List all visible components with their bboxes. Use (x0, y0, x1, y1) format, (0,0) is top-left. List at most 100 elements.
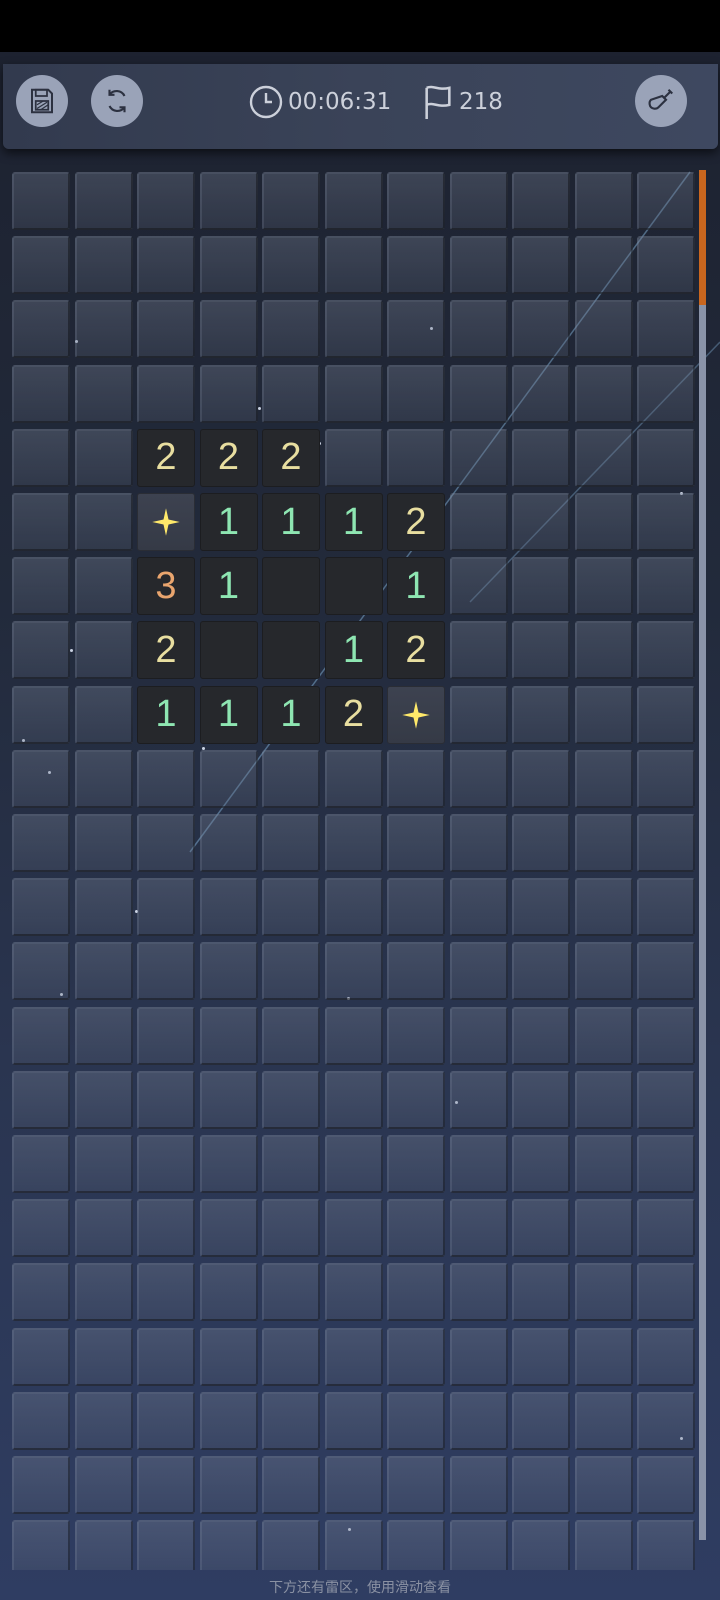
covered-cell[interactable] (12, 814, 70, 872)
covered-cell[interactable] (637, 1263, 695, 1322)
covered-cell[interactable] (199, 364, 258, 423)
covered-cell[interactable] (449, 1006, 508, 1065)
covered-cell[interactable] (74, 814, 133, 872)
covered-cell[interactable] (137, 1070, 195, 1129)
covered-cell[interactable] (12, 1199, 70, 1258)
covered-cell[interactable] (74, 1135, 133, 1193)
covered-cell[interactable] (574, 1070, 633, 1129)
covered-cell[interactable] (12, 493, 70, 551)
covered-cell[interactable] (449, 1070, 508, 1129)
covered-cell[interactable] (137, 942, 195, 1001)
covered-cell[interactable] (512, 878, 570, 937)
covered-cell[interactable] (262, 878, 320, 937)
covered-cell[interactable] (12, 1327, 70, 1386)
covered-cell[interactable] (449, 428, 508, 487)
covered-cell[interactable] (449, 557, 508, 616)
covered-cell[interactable] (512, 814, 570, 872)
covered-cell[interactable] (137, 364, 195, 423)
covered-cell[interactable] (512, 493, 570, 551)
covered-cell[interactable] (262, 1070, 320, 1129)
covered-cell[interactable] (637, 493, 695, 551)
covered-cell[interactable] (74, 878, 133, 937)
covered-cell[interactable] (199, 1135, 258, 1193)
covered-cell[interactable] (449, 1520, 508, 1570)
covered-cell[interactable] (199, 749, 258, 808)
covered-cell[interactable] (512, 1391, 570, 1450)
covered-cell[interactable] (74, 1263, 133, 1322)
covered-cell[interactable] (12, 1263, 70, 1322)
covered-cell[interactable] (137, 300, 195, 359)
covered-cell[interactable] (262, 172, 320, 230)
covered-cell[interactable] (637, 236, 695, 295)
covered-cell[interactable] (574, 814, 633, 872)
board-scrollbar[interactable] (699, 170, 706, 1540)
covered-cell[interactable] (574, 1456, 633, 1514)
save-button[interactable] (16, 75, 68, 127)
covered-cell[interactable] (324, 1327, 383, 1386)
covered-cell[interactable] (137, 1520, 195, 1570)
covered-cell[interactable] (387, 1070, 445, 1129)
covered-cell[interactable] (324, 172, 383, 230)
covered-cell[interactable] (449, 1327, 508, 1386)
covered-cell[interactable] (512, 1135, 570, 1193)
covered-cell[interactable] (637, 1327, 695, 1386)
covered-cell[interactable] (637, 1391, 695, 1450)
covered-cell[interactable] (74, 685, 133, 744)
covered-cell[interactable] (387, 364, 445, 423)
covered-cell[interactable] (199, 1070, 258, 1129)
covered-cell[interactable] (74, 749, 133, 808)
covered-cell[interactable] (574, 1520, 633, 1570)
covered-cell[interactable] (512, 300, 570, 359)
covered-cell[interactable] (574, 172, 633, 230)
covered-cell[interactable] (137, 1456, 195, 1514)
covered-cell[interactable] (262, 1199, 320, 1258)
covered-cell[interactable] (324, 878, 383, 937)
covered-cell[interactable] (574, 1391, 633, 1450)
covered-cell[interactable] (637, 621, 695, 680)
covered-cell[interactable] (74, 428, 133, 487)
covered-cell[interactable] (387, 1199, 445, 1258)
covered-cell[interactable] (324, 364, 383, 423)
covered-cell[interactable] (512, 172, 570, 230)
covered-cell[interactable] (12, 685, 70, 744)
covered-cell[interactable] (387, 1520, 445, 1570)
covered-cell[interactable] (324, 1199, 383, 1258)
covered-cell[interactable] (637, 364, 695, 423)
covered-cell[interactable] (387, 1263, 445, 1322)
covered-cell[interactable] (574, 621, 633, 680)
covered-cell[interactable] (449, 236, 508, 295)
covered-cell[interactable] (512, 685, 570, 744)
covered-cell[interactable] (324, 1135, 383, 1193)
covered-cell[interactable] (387, 814, 445, 872)
covered-cell[interactable] (74, 1199, 133, 1258)
covered-cell[interactable] (262, 300, 320, 359)
covered-cell[interactable] (137, 1135, 195, 1193)
covered-cell[interactable] (574, 749, 633, 808)
covered-cell[interactable] (324, 1456, 383, 1514)
covered-cell[interactable] (512, 749, 570, 808)
covered-cell[interactable] (137, 1391, 195, 1450)
covered-cell[interactable] (574, 942, 633, 1001)
covered-cell[interactable] (137, 236, 195, 295)
covered-cell[interactable] (199, 1456, 258, 1514)
covered-cell[interactable] (262, 1520, 320, 1570)
covered-cell[interactable] (262, 814, 320, 872)
covered-cell[interactable] (199, 878, 258, 937)
covered-cell[interactable] (262, 1135, 320, 1193)
covered-cell[interactable] (324, 814, 383, 872)
covered-cell[interactable] (199, 172, 258, 230)
covered-cell[interactable] (387, 1456, 445, 1514)
covered-cell[interactable] (387, 236, 445, 295)
covered-cell[interactable] (324, 1263, 383, 1322)
covered-cell[interactable] (324, 428, 383, 487)
covered-cell[interactable] (387, 878, 445, 937)
covered-cell[interactable] (324, 1520, 383, 1570)
covered-cell[interactable] (74, 1006, 133, 1065)
covered-cell[interactable] (574, 685, 633, 744)
covered-cell[interactable] (12, 1135, 70, 1193)
covered-cell[interactable] (137, 1327, 195, 1386)
covered-cell[interactable] (137, 814, 195, 872)
covered-cell[interactable] (74, 1327, 133, 1386)
covered-cell[interactable] (574, 236, 633, 295)
covered-cell[interactable] (12, 236, 70, 295)
